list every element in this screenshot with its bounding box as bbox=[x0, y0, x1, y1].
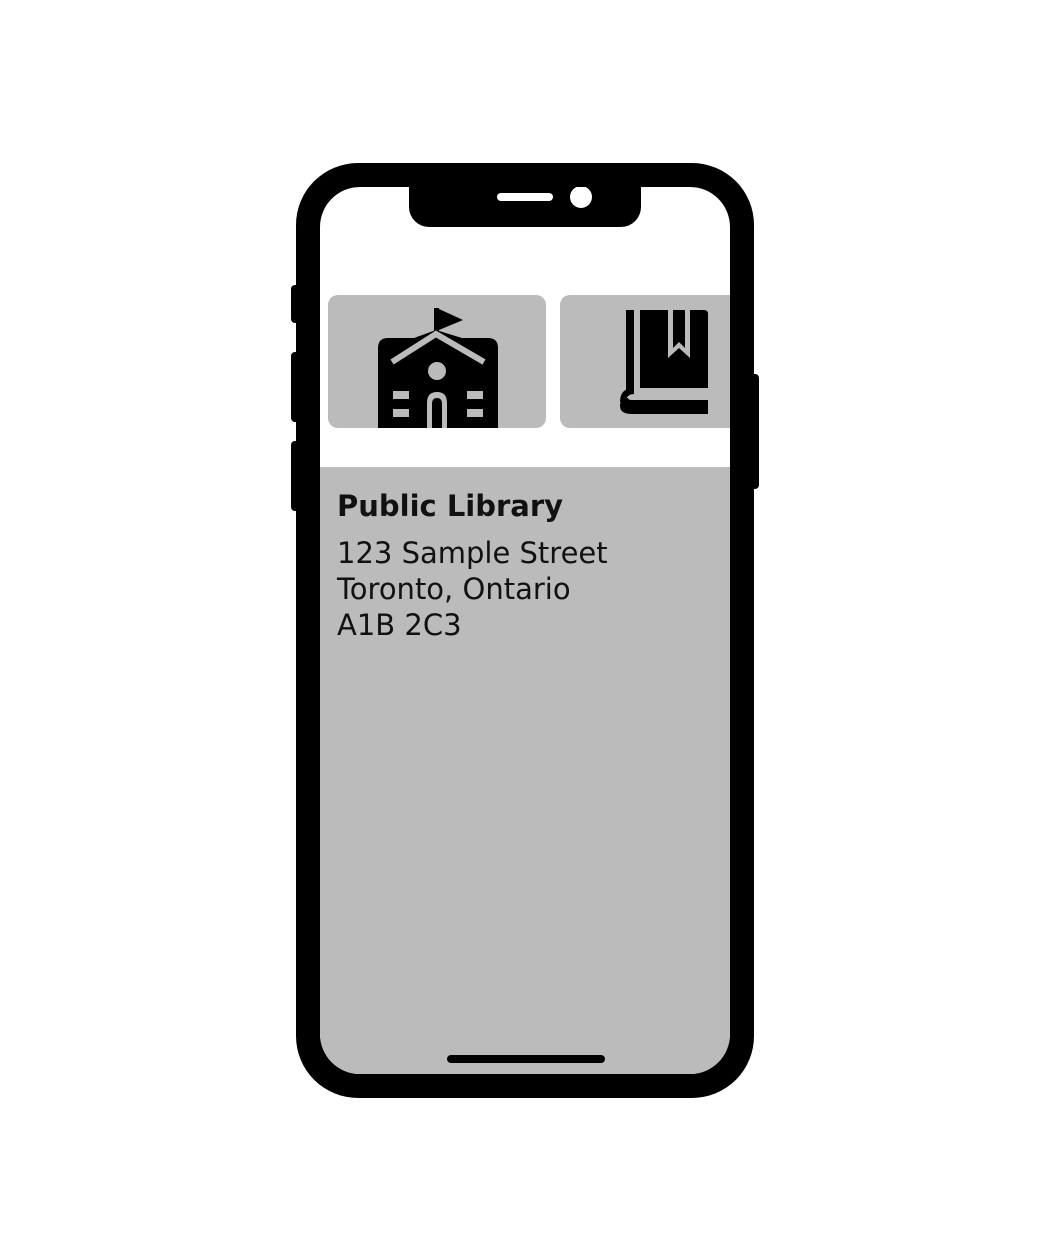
image-carousel[interactable] bbox=[320, 295, 730, 429]
speaker-grille bbox=[497, 193, 553, 201]
carousel-tile-school[interactable] bbox=[328, 295, 546, 428]
address-street: 123 Sample Street bbox=[337, 536, 608, 570]
book-bookmark-icon bbox=[620, 310, 708, 414]
carousel-tile-book[interactable] bbox=[560, 295, 730, 428]
place-name: Public Library bbox=[337, 489, 564, 523]
place-details-panel: Public Library 123 Sample Street Toronto… bbox=[320, 467, 730, 1074]
notch bbox=[409, 187, 641, 227]
front-camera bbox=[570, 187, 592, 208]
school-building-icon bbox=[378, 308, 498, 428]
stage: Public Library 123 Sample Street Toronto… bbox=[0, 0, 1050, 1260]
phone-screen: Public Library 123 Sample Street Toronto… bbox=[320, 187, 730, 1074]
home-indicator[interactable] bbox=[447, 1055, 605, 1063]
phone-frame: Public Library 123 Sample Street Toronto… bbox=[296, 163, 754, 1098]
address-postal-code: A1B 2C3 bbox=[337, 608, 462, 642]
address-city: Toronto, Ontario bbox=[337, 572, 571, 606]
